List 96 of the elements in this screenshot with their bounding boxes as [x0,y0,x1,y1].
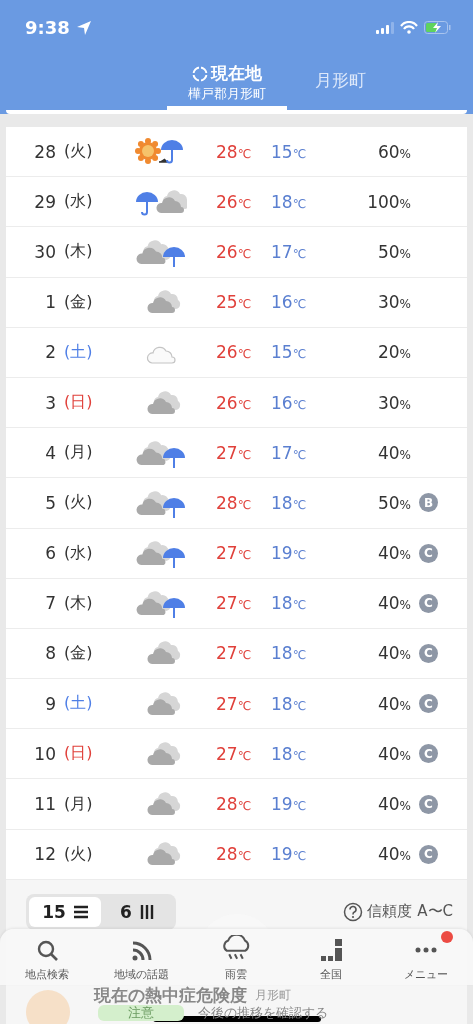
reliability-badge: C [419,744,438,764]
precipitation-chance: 60% [376,141,411,162]
date-text: 10 [33,743,56,764]
date-text: 30 [33,241,56,262]
high-temperature: 28℃ [216,794,253,815]
high-temperature: 25℃ [216,292,253,313]
weekday-text: (金) [63,291,94,313]
date-text: 7 [44,593,56,614]
low-temperature: 19℃ [271,844,308,865]
weekday-text: (金) [63,642,94,664]
tab-bar-item[interactable]: メニュー [378,928,473,985]
reliability-badge: C [419,593,438,613]
high-temperature: 26℃ [216,342,253,363]
weekday-text: (土) [63,341,94,363]
high-temperature: 27℃ [216,593,253,614]
reliability-help-text: 信頼度 A〜C [367,902,453,922]
date-text: 2 [44,342,56,363]
high-temperature: 26℃ [216,191,253,212]
precipitation-chance: 40% [376,743,411,764]
high-temperature: 27℃ [216,442,253,463]
weekday-text: (水) [63,191,94,213]
high-temperature: 28℃ [216,492,253,513]
low-temperature: 18℃ [271,191,308,212]
low-temperature: 18℃ [271,643,308,664]
reliability-badge: C [419,543,438,563]
precipitation-chance: 50% [376,241,411,262]
place-name: 月形町 [255,986,291,1004]
date-text: 1 [44,292,56,313]
reliability-badge: C [419,643,438,663]
weekday-text: (木) [63,592,94,614]
low-temperature: 19℃ [271,794,308,815]
tab-bar-item[interactable]: 地域の話題 [94,928,190,985]
trend-link[interactable]: 今後の推移を確認する [198,1004,328,1021]
date-text: 12 [33,844,56,865]
low-temperature: 16℃ [271,392,308,413]
precipitation-chance: 40% [376,794,411,815]
date-text: 11 [33,794,56,815]
weekday-text: (月) [63,793,94,815]
low-temperature: 17℃ [271,241,308,262]
heatstroke-title: 現在の熱中症危険度 [94,985,247,1004]
high-temperature: 27℃ [216,693,253,714]
high-temperature: 27℃ [216,743,253,764]
date-text: 29 [33,191,56,212]
weekday-text: (火) [63,843,94,865]
low-temperature: 19℃ [271,543,308,564]
precipitation-chance: 40% [376,543,411,564]
weekday-text: (火) [63,492,94,514]
weekday-text: (水) [63,542,94,564]
date-text: 8 [44,643,56,664]
risk-level-badge: 注意 [98,1004,184,1021]
weekday-text: (火) [63,141,94,163]
reliability-badge: C [419,794,438,814]
high-temperature: 26℃ [216,241,253,262]
clock-time: 9:38 [25,17,70,38]
precipitation-chance: 20% [376,342,411,363]
high-temperature: 28℃ [216,141,253,162]
reliability-badge: C [419,694,438,714]
date-text: 6 [44,543,56,564]
low-temperature: 18℃ [271,492,308,513]
reliability-badge: B [419,493,438,513]
weekday-text: (日) [63,392,94,414]
high-temperature: 27℃ [216,643,253,664]
low-temperature: 17℃ [271,442,308,463]
range-toggle[interactable]: 15 [29,896,101,927]
tab-bar-item[interactable]: 雨雲 [189,928,284,985]
precipitation-chance: 50% [376,492,411,513]
high-temperature: 28℃ [216,844,253,865]
weekday-text: (月) [63,442,94,464]
reliability-badge: C [419,844,438,864]
date-text: 3 [44,392,56,413]
weekday-text: (木) [63,241,94,263]
precipitation-chance: 100% [366,191,411,212]
precipitation-chance: 30% [376,292,411,313]
weekday-text: (日) [63,743,94,765]
precipitation-chance: 40% [376,643,411,664]
date-text: 5 [44,492,56,513]
weekday-text: (土) [63,693,94,715]
tab-bar-item[interactable]: 地点検索 [0,928,95,985]
high-temperature: 26℃ [216,392,253,413]
date-text: 28 [33,141,56,162]
precipitation-chance: 40% [376,593,411,614]
low-temperature: 18℃ [271,593,308,614]
date-text: 4 [44,442,56,463]
precipitation-chance: 40% [376,693,411,714]
low-temperature: 16℃ [271,292,308,313]
precipitation-chance: 40% [376,844,411,865]
high-temperature: 27℃ [216,543,253,564]
date-text: 9 [44,693,56,714]
precipitation-chance: 30% [376,392,411,413]
low-temperature: 15℃ [271,342,308,363]
low-temperature: 15℃ [271,141,308,162]
low-temperature: 18℃ [271,693,308,714]
tab-bar-item[interactable]: 全国 [283,928,379,985]
precipitation-chance: 40% [376,442,411,463]
low-temperature: 18℃ [271,743,308,764]
range-toggle[interactable]: 6 [101,896,173,927]
